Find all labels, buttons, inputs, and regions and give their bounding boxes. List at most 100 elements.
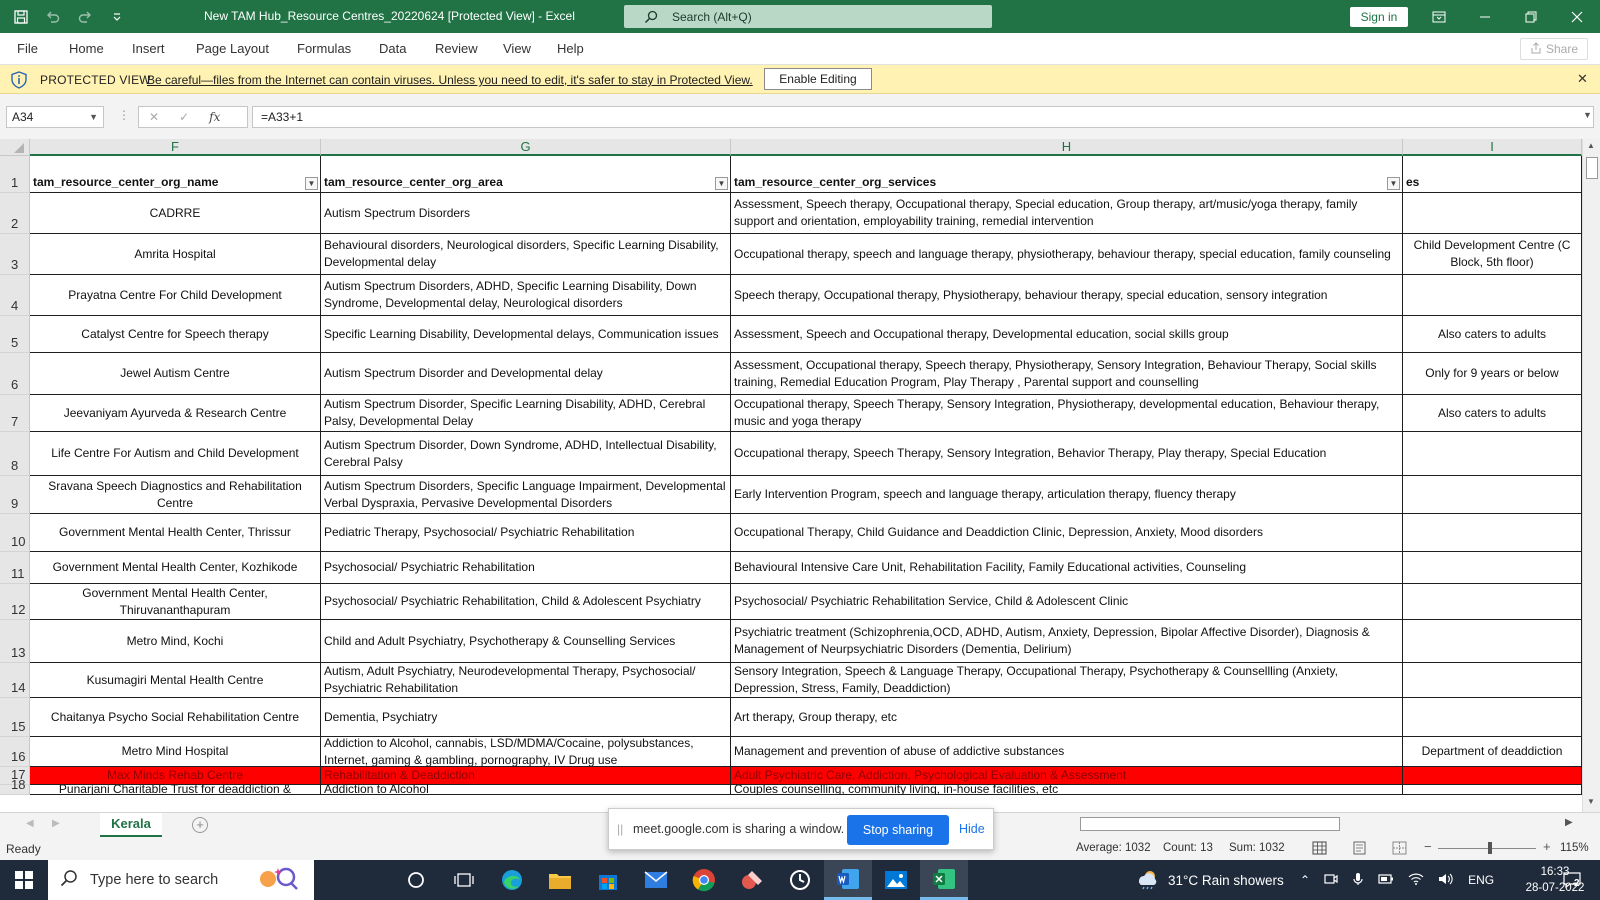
cell-h4[interactable]: Speech therapy, Occupational therapy, Ph… [731, 275, 1403, 316]
cell-i16[interactable]: Department of deaddiction [1403, 737, 1582, 767]
filter-dropdown-icon[interactable]: ▼ [715, 177, 728, 190]
share-button[interactable]: Share [1520, 38, 1588, 60]
save-icon[interactable] [8, 0, 34, 33]
cell-g12[interactable]: Psychosocial/ Psychiatric Rehabilitation… [321, 584, 731, 620]
cell-f16[interactable]: Metro Mind Hospital [30, 737, 321, 767]
task-view-icon[interactable] [440, 860, 488, 900]
sign-in-button[interactable]: Sign in [1350, 7, 1408, 27]
header-cell-g[interactable]: tam_resource_center_org_area ▼ [321, 156, 731, 193]
cell-h6[interactable]: Assessment, Occupational therapy, Speech… [731, 353, 1403, 395]
cell-g9[interactable]: Autism Spectrum Disorders, Specific Lang… [321, 476, 731, 514]
row-header-14[interactable]: 14 [0, 663, 30, 698]
weather-widget[interactable]: 31°C Rain showers [1136, 860, 1284, 900]
restore-icon[interactable] [1508, 0, 1554, 33]
zoom-out-icon[interactable]: − [1424, 839, 1432, 854]
menu-insert[interactable]: Insert [132, 41, 165, 56]
cell-g11[interactable]: Psychosocial/ Psychiatric Rehabilitation [321, 552, 731, 584]
file-explorer-icon[interactable] [536, 860, 584, 900]
zoom-slider-thumb[interactable] [1488, 842, 1492, 854]
cell-g7[interactable]: Autism Spectrum Disorder, Specific Learn… [321, 395, 731, 432]
cell-g17[interactable]: Rehabilitation & Deaddiction [321, 767, 731, 785]
row-header-7[interactable]: 7 [0, 395, 30, 432]
row-header-2[interactable]: 2 [0, 193, 30, 234]
menu-file[interactable]: File [17, 41, 38, 56]
cell-i6[interactable]: Only for 9 years or below [1403, 353, 1582, 395]
cell-f18[interactable]: Punarjani Charitable Trust for deaddicti… [30, 785, 321, 795]
row-header-12[interactable]: 12 [0, 584, 30, 620]
formula-input[interactable]: =A33+1 [252, 106, 1594, 128]
cell-h13[interactable]: Psychiatric treatment (Schizophrenia,OCD… [731, 620, 1403, 663]
cell-g14[interactable]: Autism, Adult Psychiatry, Neurodevelopme… [321, 663, 731, 698]
row-header-4[interactable]: 4 [0, 275, 30, 316]
insert-function-icon[interactable]: fx [209, 110, 220, 124]
cell-f5[interactable]: Catalyst Centre for Speech therapy [30, 316, 321, 353]
show-hidden-icons-icon[interactable]: ⌃ [1300, 873, 1310, 887]
cell-h5[interactable]: Assessment, Speech and Occupational ther… [731, 316, 1403, 353]
scroll-thumb[interactable] [1586, 157, 1598, 179]
row-header-15[interactable]: 15 [0, 698, 30, 737]
cell-f4[interactable]: Prayatna Centre For Child Development [30, 275, 321, 316]
cell-i5[interactable]: Also caters to adults [1403, 316, 1582, 353]
chevron-down-icon[interactable]: ▼ [89, 107, 98, 127]
microphone-icon[interactable] [1352, 872, 1364, 889]
language-indicator[interactable]: ENG [1468, 873, 1494, 887]
row-header-9[interactable]: 9 [0, 476, 30, 514]
protected-view-message[interactable]: Be careful—files from the Internet can c… [147, 73, 753, 87]
chrome-icon[interactable] [680, 860, 728, 900]
wifi-icon[interactable] [1408, 873, 1424, 888]
row-header-1[interactable]: 1 [0, 156, 30, 193]
cell-g5[interactable]: Specific Learning Disability, Developmen… [321, 316, 731, 353]
cell-h17[interactable]: Adult Psychiatric Care, Addiction, Psych… [731, 767, 1403, 785]
cell-g6[interactable]: Autism Spectrum Disorder and Development… [321, 353, 731, 395]
cell-h16[interactable]: Management and prevention of abuse of ad… [731, 737, 1403, 767]
cell-f2[interactable]: CADRRE [30, 193, 321, 234]
zoom-slider[interactable] [1438, 848, 1536, 849]
row-header-6[interactable]: 6 [0, 353, 30, 395]
redo-icon[interactable] [72, 0, 98, 33]
undo-icon[interactable] [40, 0, 66, 33]
header-cell-i[interactable]: es [1403, 156, 1582, 193]
cell-f14[interactable]: Kusumagiri Mental Health Centre [30, 663, 321, 698]
zoom-in-icon[interactable]: + [1543, 839, 1551, 854]
close-message-icon[interactable]: ✕ [1577, 71, 1588, 87]
cell-i7[interactable]: Also caters to adults [1403, 395, 1582, 432]
cell-h11[interactable]: Behavioural Intensive Care Unit, Rehabil… [731, 552, 1403, 584]
filter-dropdown-icon[interactable]: ▼ [305, 177, 318, 190]
battery-icon[interactable] [1378, 873, 1394, 888]
ribbon-display-options-icon[interactable] [1416, 0, 1462, 33]
next-sheet-icon[interactable]: ▶ [52, 818, 60, 829]
vertical-scrollbar[interactable]: ▲ ▼ [1582, 139, 1600, 812]
menu-review[interactable]: Review [435, 41, 478, 56]
cell-g10[interactable]: Pediatric Therapy, Psychosocial/ Psychia… [321, 514, 731, 552]
cell-g4[interactable]: Autism Spectrum Disorders, ADHD, Specifi… [321, 275, 731, 316]
cell-g16[interactable]: Addiction to Alcohol, cannabis, LSD/MDMA… [321, 737, 731, 767]
row-header-10[interactable]: 10 [0, 514, 30, 552]
column-header-i[interactable]: I [1403, 139, 1582, 156]
name-box[interactable]: A34 ▼ [6, 106, 104, 128]
cell-i17[interactable] [1403, 767, 1582, 785]
customize-toolbar-icon[interactable] [104, 0, 130, 33]
zoom-level[interactable]: 115% [1560, 842, 1589, 854]
row-header-16[interactable]: 16 [0, 737, 30, 767]
menu-view[interactable]: View [503, 41, 531, 56]
cell-f10[interactable]: Government Mental Health Center, Thrissu… [30, 514, 321, 552]
cell-f15[interactable]: Chaitanya Psycho Social Rehabilitation C… [30, 698, 321, 737]
header-cell-h[interactable]: tam_resource_center_org_services ▼ [731, 156, 1403, 193]
normal-view-icon[interactable] [1312, 841, 1327, 858]
cell-f3[interactable]: Amrita Hospital [30, 234, 321, 275]
cell-i15[interactable] [1403, 698, 1582, 737]
cell-i4[interactable] [1403, 275, 1582, 316]
excel-icon[interactable] [920, 860, 968, 900]
search-box[interactable]: Search (Alt+Q) [624, 5, 992, 28]
cell-i10[interactable] [1403, 514, 1582, 552]
close-icon[interactable] [1554, 0, 1600, 33]
cell-g2[interactable]: Autism Spectrum Disorders [321, 193, 731, 234]
column-header-g[interactable]: G [321, 139, 731, 156]
cell-f7[interactable]: Jeevaniyam Ayurveda & Research Centre [30, 395, 321, 432]
scroll-right-icon[interactable]: ▶ [1565, 817, 1573, 828]
row-header-13[interactable]: 13 [0, 620, 30, 663]
row-header-5[interactable]: 5 [0, 316, 30, 353]
cancel-icon[interactable]: ✕ [149, 110, 159, 124]
hide-button[interactable]: Hide [959, 822, 985, 836]
cell-f9[interactable]: Sravana Speech Diagnostics and Rehabilit… [30, 476, 321, 514]
